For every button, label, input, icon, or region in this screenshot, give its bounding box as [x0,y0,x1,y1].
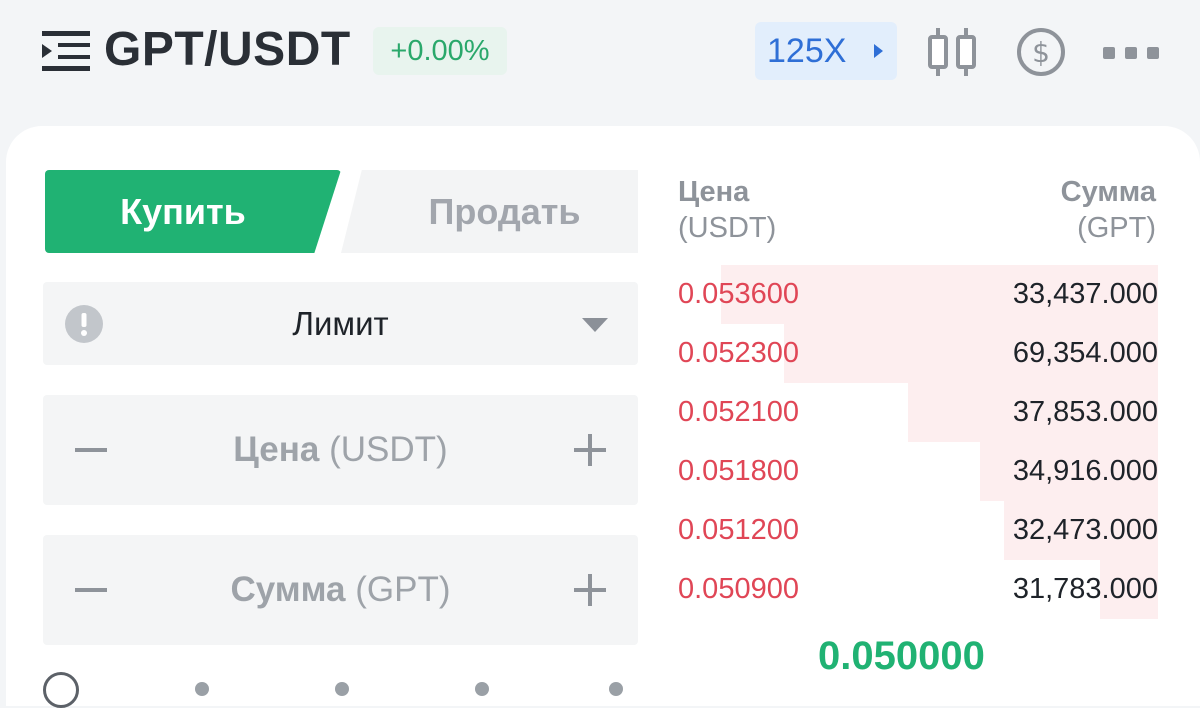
ask-amount: 31,783.000 [1012,573,1158,605]
price-input[interactable]: Цена (USDT) [123,395,558,505]
ask-amount: 32,473.000 [1012,514,1158,546]
play-arrow-icon [874,44,883,58]
ask-price: 0.051200 [678,514,799,546]
ask-price: 0.052100 [678,396,799,428]
slider-handle[interactable] [43,672,79,708]
ask-price: 0.050900 [678,573,799,605]
price-input-label: Цена [233,430,320,469]
ask-row[interactable]: 0.052300 69,354.000 [678,324,1158,383]
amount-header-label: Сумма [1060,176,1156,208]
ask-row[interactable]: 0.053600 33,437.000 [678,265,1158,324]
ask-row[interactable]: 0.050900 31,783.000 [678,560,1158,619]
orderbook-asks: 0.053600 33,437.000 0.052300 69,354.000 … [678,265,1158,619]
dollar-icon[interactable]: $ [1016,27,1066,77]
leverage-label: 125X [767,32,847,70]
order-type-label: Лимит [292,305,389,342]
menu-icon[interactable] [42,31,90,71]
chevron-down-icon [582,318,608,332]
candlestick-chart-icon[interactable] [925,28,981,76]
slider-step-dot[interactable] [195,682,209,696]
pair-title[interactable]: GPT/USDT [104,20,351,80]
price-header-label: Цена [678,176,750,208]
ask-amount: 37,853.000 [1012,396,1158,428]
top-bar: GPT/USDT +0.00% 125X $ [0,0,1200,110]
amount-input-label: Сумма [230,570,346,609]
ask-row[interactable]: 0.052100 37,853.000 [678,383,1158,442]
price-increase-button[interactable] [562,422,618,478]
slider-step-dot[interactable] [475,682,489,696]
price-decrease-button[interactable] [63,422,119,478]
svg-text:$: $ [1032,36,1050,69]
buy-tab[interactable]: Купить [45,170,341,253]
slider-step-dot[interactable] [609,682,623,696]
amount-stepper: Сумма (GPT) [43,535,638,645]
price-stepper: Цена (USDT) [43,395,638,505]
slider-step-dot[interactable] [335,682,349,696]
price-header-unit: (USDT) [678,212,777,244]
ask-price: 0.051800 [678,455,799,487]
ask-row[interactable]: 0.051200 32,473.000 [678,501,1158,560]
leverage-button[interactable]: 125X [755,22,897,80]
amount-input[interactable]: Сумма (GPT) [123,535,558,645]
amount-header-unit: (GPT) [1077,212,1156,244]
ask-row[interactable]: 0.051800 34,916.000 [678,442,1158,501]
ask-price: 0.052300 [678,337,799,369]
price-change-badge: +0.00% [373,27,507,75]
orderbook-amount-header: Сумма (GPT) [1061,174,1156,246]
sell-tab[interactable]: Продать [341,170,638,253]
orderbook-price-header: Цена (USDT) [678,174,776,246]
more-icon[interactable] [1103,46,1159,59]
ask-price: 0.053600 [678,278,799,310]
amount-slider[interactable] [43,672,643,708]
amount-input-unit: (GPT) [355,570,451,609]
ask-amount: 34,916.000 [1012,455,1158,487]
amount-increase-button[interactable] [562,562,618,618]
order-type-select[interactable]: Лимит [43,282,638,365]
ask-amount: 33,437.000 [1012,278,1158,310]
last-price[interactable]: 0.050000 [818,632,985,680]
amount-decrease-button[interactable] [63,562,119,618]
ask-amount: 69,354.000 [1012,337,1158,369]
price-input-unit: (USDT) [329,430,448,469]
